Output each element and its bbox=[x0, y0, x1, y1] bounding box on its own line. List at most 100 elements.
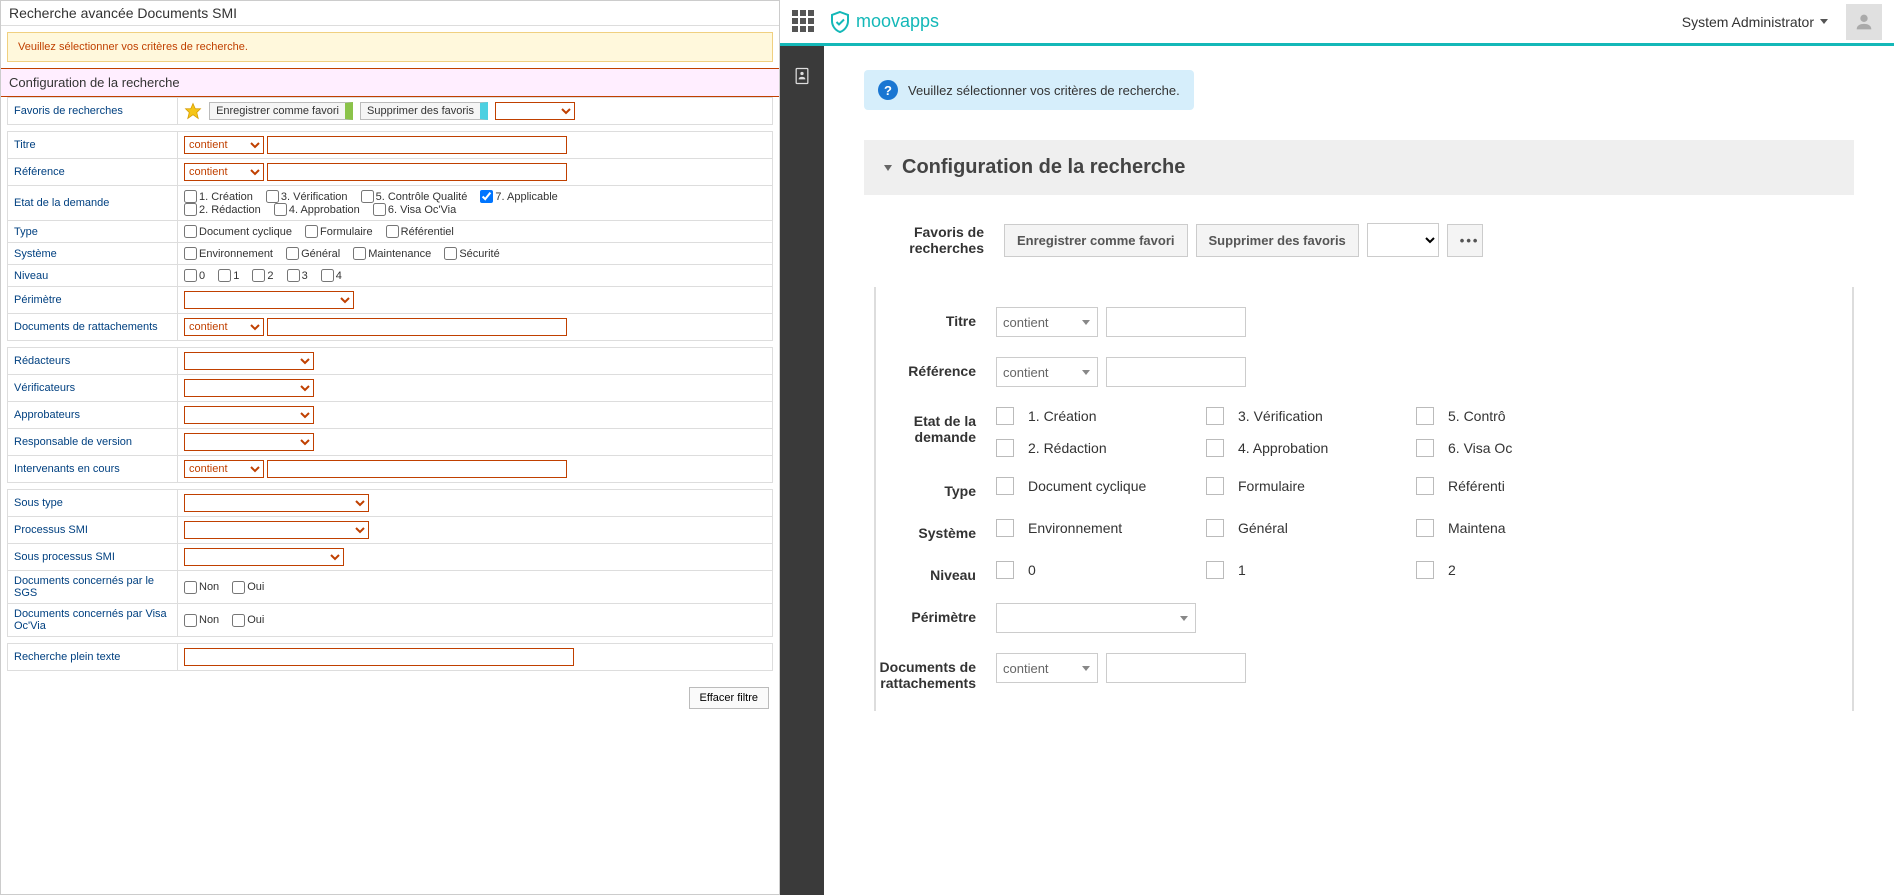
input-intervenants[interactable] bbox=[267, 460, 567, 478]
cb-sys-1[interactable] bbox=[184, 247, 197, 260]
body: ? Veuillez sélectionner vos critères de … bbox=[780, 46, 1894, 895]
top-bar: moovapps System Administrator bbox=[780, 0, 1894, 46]
user-menu[interactable]: System Administrator bbox=[1674, 14, 1836, 30]
cb-type-1[interactable] bbox=[996, 477, 1014, 495]
op-reference[interactable]: contient bbox=[996, 357, 1098, 387]
cb-sys-4[interactable] bbox=[444, 247, 457, 260]
alert-text: Veuillez sélectionner vos critères de re… bbox=[908, 83, 1180, 98]
cb-visa-oui[interactable] bbox=[232, 614, 245, 627]
cb-etat-4[interactable] bbox=[1206, 439, 1224, 457]
select-redacteurs[interactable] bbox=[184, 352, 314, 370]
input-docs-ratt[interactable] bbox=[1106, 653, 1246, 683]
select-perimetre[interactable] bbox=[996, 603, 1196, 633]
cb-sgs-oui[interactable] bbox=[232, 581, 245, 594]
label-niveau: Niveau bbox=[8, 265, 178, 287]
avatar[interactable] bbox=[1846, 4, 1882, 40]
label-systeme: Système bbox=[876, 519, 996, 541]
cb-etat-2[interactable] bbox=[184, 203, 197, 216]
user-name: System Administrator bbox=[1682, 14, 1814, 30]
cb-sys-1[interactable] bbox=[996, 519, 1014, 537]
select-sous-type[interactable] bbox=[184, 494, 369, 512]
select-perimetre[interactable] bbox=[184, 291, 354, 309]
label-docs-sgs: Documents concernés par le SGS bbox=[8, 571, 178, 604]
select-resp-version[interactable] bbox=[184, 433, 314, 451]
cb-etat-2[interactable] bbox=[996, 439, 1014, 457]
cb-visa-non[interactable] bbox=[184, 614, 197, 627]
select-approbateurs[interactable] bbox=[184, 406, 314, 424]
cb-sys-3[interactable] bbox=[353, 247, 366, 260]
op-titre[interactable]: contient bbox=[996, 307, 1098, 337]
brand-text: moovapps bbox=[856, 11, 939, 32]
input-docs-ratt[interactable] bbox=[267, 318, 567, 336]
favorites-table: Favoris de recherches Enregistrer comme … bbox=[7, 97, 773, 125]
cb-type-1[interactable] bbox=[184, 225, 197, 238]
label-type: Type bbox=[876, 477, 996, 499]
shield-check-icon bbox=[828, 10, 852, 34]
label-type: Type bbox=[8, 221, 178, 243]
label-redacteurs: Rédacteurs bbox=[8, 348, 178, 375]
sidebar-item-documents[interactable] bbox=[788, 62, 816, 90]
select-verificateurs[interactable] bbox=[184, 379, 314, 397]
person-icon bbox=[1853, 11, 1875, 33]
input-reference[interactable] bbox=[267, 163, 567, 181]
input-titre[interactable] bbox=[1106, 307, 1246, 337]
more-actions-button[interactable]: ••• bbox=[1447, 224, 1483, 257]
label-intervenants: Intervenants en cours bbox=[8, 456, 178, 483]
cb-niv-0[interactable] bbox=[184, 269, 197, 282]
criteria-table-4: Recherche plein texte bbox=[7, 643, 773, 671]
favorites-label: Favoris de recherches bbox=[8, 98, 178, 125]
cb-sys-3[interactable] bbox=[1416, 519, 1434, 537]
favorites-label: Favoris de recherches bbox=[864, 224, 984, 256]
cb-etat-3[interactable] bbox=[266, 190, 279, 203]
input-reference[interactable] bbox=[1106, 357, 1246, 387]
cb-etat-1[interactable] bbox=[996, 407, 1014, 425]
cb-niv-1[interactable] bbox=[218, 269, 231, 282]
cb-niv-1[interactable] bbox=[1206, 561, 1224, 579]
cb-type-3[interactable] bbox=[386, 225, 399, 238]
cb-type-3[interactable] bbox=[1416, 477, 1434, 495]
clear-filter-button[interactable]: Effacer filtre bbox=[689, 687, 770, 709]
favorites-select[interactable] bbox=[495, 102, 575, 120]
op-intervenants[interactable]: contient bbox=[184, 460, 264, 478]
cb-niv-4[interactable] bbox=[321, 269, 334, 282]
cb-etat-6[interactable] bbox=[1416, 439, 1434, 457]
label-systeme: Système bbox=[8, 243, 178, 265]
op-docs-ratt[interactable]: contient bbox=[184, 318, 264, 336]
cb-etat-4[interactable] bbox=[274, 203, 287, 216]
cb-etat-1[interactable] bbox=[184, 190, 197, 203]
cb-etat-5[interactable] bbox=[361, 190, 374, 203]
op-titre[interactable]: contient bbox=[184, 136, 264, 154]
section-header-bar[interactable]: Configuration de la recherche bbox=[864, 140, 1854, 195]
cb-type-2[interactable] bbox=[1206, 477, 1224, 495]
cb-etat-3[interactable] bbox=[1206, 407, 1224, 425]
cb-type-2[interactable] bbox=[305, 225, 318, 238]
op-docs-ratt[interactable]: contient bbox=[996, 653, 1098, 683]
cb-etat-5[interactable] bbox=[1416, 407, 1434, 425]
label-docs-ratt: Documents de rattachements bbox=[876, 653, 996, 691]
cb-etat-7[interactable] bbox=[480, 190, 493, 203]
input-plein-texte[interactable] bbox=[184, 648, 574, 666]
cb-niv-3[interactable] bbox=[287, 269, 300, 282]
apps-grid-icon[interactable] bbox=[792, 10, 816, 34]
save-favorite-button[interactable]: Enregistrer comme favori bbox=[209, 102, 353, 120]
label-docs-ratt: Documents de rattachements bbox=[8, 314, 178, 341]
label-titre: Titre bbox=[876, 307, 996, 329]
content-area: ? Veuillez sélectionner vos critères de … bbox=[824, 46, 1894, 895]
delete-favorite-button[interactable]: Supprimer des favoris bbox=[360, 102, 488, 120]
favorites-select[interactable] bbox=[1367, 223, 1439, 257]
cb-niv-0[interactable] bbox=[996, 561, 1014, 579]
select-sous-proc-smi[interactable] bbox=[184, 548, 344, 566]
input-titre[interactable] bbox=[267, 136, 567, 154]
select-proc-smi[interactable] bbox=[184, 521, 369, 539]
save-favorite-button[interactable]: Enregistrer comme favori bbox=[1004, 224, 1188, 257]
cb-sgs-non[interactable] bbox=[184, 581, 197, 594]
cb-sys-2[interactable] bbox=[286, 247, 299, 260]
delete-favorite-button[interactable]: Supprimer des favoris bbox=[1196, 224, 1359, 257]
page-title: Recherche avancée Documents SMI bbox=[1, 1, 779, 26]
cb-niv-2[interactable] bbox=[252, 269, 265, 282]
op-reference[interactable]: contient bbox=[184, 163, 264, 181]
brand-logo[interactable]: moovapps bbox=[828, 10, 939, 34]
cb-niv-2[interactable] bbox=[1416, 561, 1434, 579]
cb-sys-2[interactable] bbox=[1206, 519, 1224, 537]
cb-etat-6[interactable] bbox=[373, 203, 386, 216]
